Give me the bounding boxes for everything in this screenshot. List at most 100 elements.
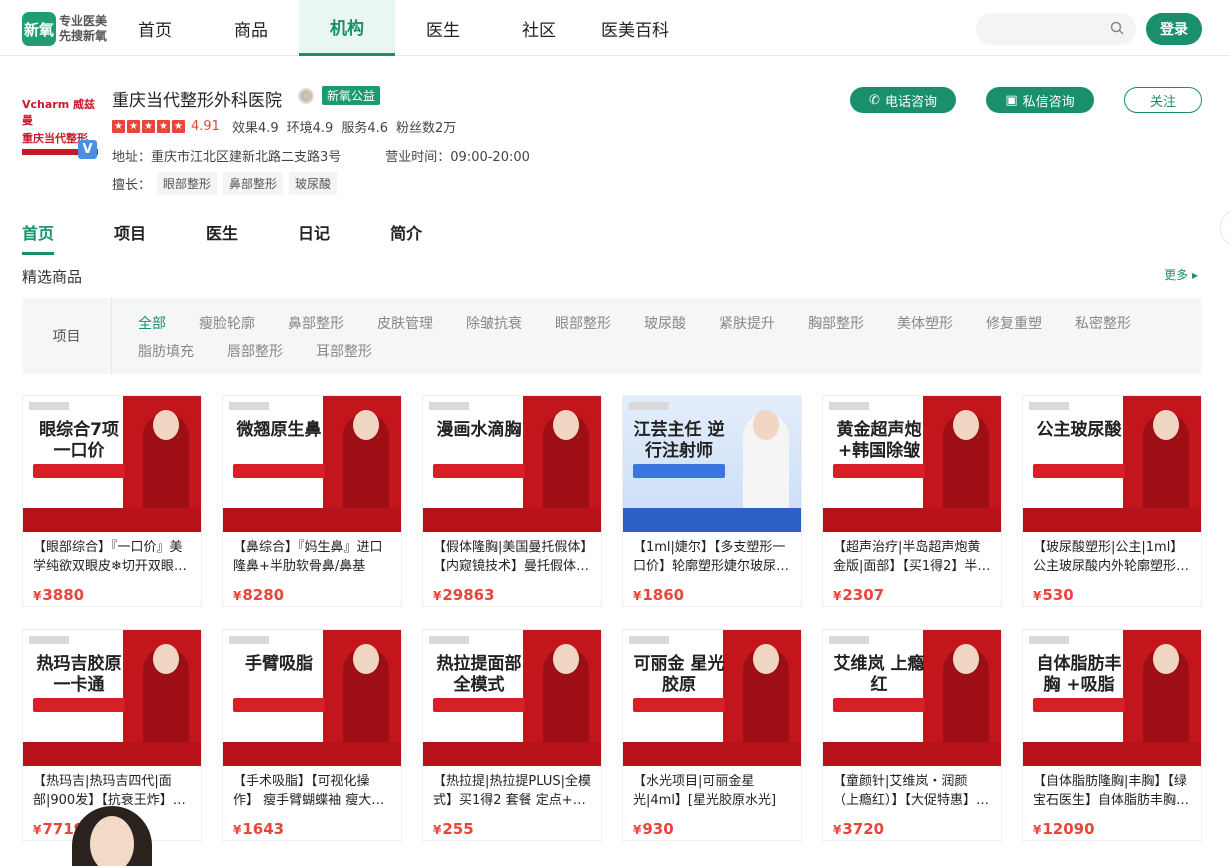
price-value: 29863	[442, 586, 495, 604]
currency-symbol: ¥	[33, 823, 42, 837]
product-price: ¥3880	[23, 578, 201, 604]
product-title[interactable]: 【假体隆胸|美国曼托假体】【内窥镜技术】曼托假体…	[423, 532, 601, 578]
product-image[interactable]: 眼综合7项 一口价	[23, 396, 201, 532]
product-price: ¥2307	[823, 578, 1001, 604]
tab-home[interactable]: 首页	[22, 220, 55, 255]
product-card[interactable]: 自体脂肪丰胸 +吸脂 【自体脂肪隆胸|丰胸】【绿宝石医生】自体脂肪丰胸… ¥1209…	[1022, 629, 1202, 841]
product-card[interactable]: 公主玻尿酸 【玻尿酸塑形|公主|1ml】公主玻尿酸内外轮廓塑形… ¥530	[1022, 395, 1202, 607]
filter-item[interactable]: 全部	[138, 314, 166, 342]
product-title[interactable]: 【热拉提|热拉提PLUS|全模式】买1得2 套餐 定点+…	[423, 766, 601, 812]
product-card[interactable]: 江芸主任 逆行注射师 【1ml|婕尔】【多支塑形一口价】轮廓塑形婕尔玻尿… ¥186…	[622, 395, 802, 607]
product-image[interactable]: 漫画水滴胸	[423, 396, 601, 532]
phone-consult-button[interactable]: ✆ 电话咨询	[850, 87, 956, 113]
nav-encyclopedia[interactable]: 医美百科	[587, 0, 683, 56]
address-row: 地址：重庆市江北区建新北路二支路3号 营业时间：09:00-20:00	[112, 146, 530, 165]
more-link[interactable]: 更多 ▸	[1164, 266, 1198, 283]
product-image[interactable]: 手臂吸脂	[223, 630, 401, 766]
nav-community[interactable]: 社区	[491, 0, 587, 56]
product-title[interactable]: 【水光项目|可丽金星光|4ml】[星光胶原水光] …	[623, 766, 801, 812]
slogan-line-2: 先搜新氧	[59, 29, 108, 43]
product-price: ¥1860	[623, 578, 801, 604]
specialty-tag[interactable]: 鼻部整形	[223, 172, 284, 195]
product-price: ¥29863	[423, 578, 601, 604]
filter-item[interactable]: 唇部整形	[227, 342, 283, 370]
product-card[interactable]: 漫画水滴胸 【假体隆胸|美国曼托假体】【内窥镜技术】曼托假体… ¥29863	[422, 395, 602, 607]
filter-item[interactable]: 瘦脸轮廓	[199, 314, 255, 342]
filter-item[interactable]: 皮肤管理	[377, 314, 433, 342]
filter-item[interactable]: 修复重塑	[986, 314, 1042, 342]
product-card[interactable]: 可丽金 星光胶原【水光项目|可丽金星光|4ml】[星光胶原水光] …¥930	[622, 629, 802, 841]
hospital-logo: Vcharm 威兹曼 重庆当代整形	[22, 96, 98, 155]
product-image[interactable]: 江芸主任 逆行注射师	[623, 396, 801, 532]
filter-item[interactable]: 耳部整形	[316, 342, 372, 370]
product-card[interactable]: 微翘原生鼻【鼻综合】『妈生鼻』进口隆鼻+半肋软骨鼻/鼻基底…¥8280	[222, 395, 402, 607]
product-image-headline: 漫画水滴胸	[436, 420, 522, 440]
nav-institutions[interactable]: 机构	[299, 0, 395, 56]
filter-item[interactable]: 眼部整形	[555, 314, 611, 342]
star-icon: ★	[157, 120, 170, 133]
currency-symbol: ¥	[1033, 823, 1042, 837]
product-card[interactable]: 艾维岚 上瘾红 【童颜针|艾维岚・润颜（上瘾红）】【大促特惠】… ¥3720	[822, 629, 1002, 841]
tab-doctors[interactable]: 医生	[206, 220, 238, 250]
filter-item[interactable]: 紧肤提升	[719, 314, 775, 342]
side-float-button[interactable]	[1220, 208, 1230, 248]
message-consult-button[interactable]: ▣ 私信咨询	[986, 87, 1094, 113]
product-image[interactable]: 黄金超声炮 +韩国除皱	[823, 396, 1001, 532]
specialty-tag[interactable]: 玻尿酸	[289, 172, 338, 195]
filter-item[interactable]: 除皱抗衰	[466, 314, 522, 342]
product-title[interactable]: 【1ml|婕尔】【多支塑形一口价】轮廓塑形婕尔玻尿…	[623, 532, 801, 578]
nav-products[interactable]: 商品	[203, 0, 299, 56]
product-image-headline: 眼综合7项 一口价	[39, 420, 119, 461]
specialty-tag[interactable]: 眼部整形	[157, 172, 218, 195]
currency-symbol: ¥	[633, 823, 642, 837]
product-card[interactable]: 手臂吸脂 【手术吸脂】【可视化操作】 瘦手臂蝴蝶袖 瘦大… ¥1643	[222, 629, 402, 841]
product-image[interactable]: 微翘原生鼻	[223, 396, 401, 532]
filter-item[interactable]: 脂肪填充	[138, 342, 194, 370]
search-input[interactable]	[976, 13, 1136, 45]
currency-symbol: ¥	[433, 589, 442, 603]
product-title[interactable]: 【童颜针|艾维岚・润颜（上瘾红）】【大促特惠】…	[823, 766, 1001, 812]
product-image-headline: 手臂吸脂	[245, 654, 313, 674]
product-image[interactable]: 艾维岚 上瘾红	[823, 630, 1001, 766]
tab-diaries[interactable]: 日记	[298, 220, 330, 250]
nav-doctors[interactable]: 医生	[395, 0, 491, 56]
product-title[interactable]: 【眼部综合】『一口价』美学纯欲双眼皮❄切开双眼…	[23, 532, 201, 578]
filter-item[interactable]: 私密整形	[1075, 314, 1131, 342]
filter-item[interactable]: 美体塑形	[897, 314, 953, 342]
product-price: ¥930	[623, 812, 801, 838]
hospital-name: 重庆当代整形外科医院	[112, 91, 282, 111]
price-value: 12090	[1042, 820, 1095, 838]
filter-item[interactable]: 玻尿酸	[644, 314, 686, 342]
product-image[interactable]: 自体脂肪丰胸 +吸脂	[1023, 630, 1201, 766]
filter-item[interactable]: 胸部整形	[808, 314, 864, 342]
product-title[interactable]: 【自体脂肪隆胸|丰胸】【绿宝石医生】自体脂肪丰胸…	[1023, 766, 1201, 812]
hospital-tabs: 首页 项目 医生 日记 简介	[22, 220, 482, 255]
product-image[interactable]: 热拉提面部 全模式	[423, 630, 601, 766]
price-value: 930	[642, 820, 674, 838]
product-price: ¥12090	[1023, 812, 1201, 838]
product-image[interactable]: 热玛吉胶原 一卡通	[23, 630, 201, 766]
specialty-label: 擅长：	[112, 178, 152, 193]
product-image-headline: 热玛吉胶原 一卡通	[36, 654, 122, 695]
price-value: 1643	[242, 820, 285, 838]
login-button[interactable]: 登录	[1146, 13, 1202, 45]
nav-home[interactable]: 首页	[107, 0, 203, 56]
product-image[interactable]: 公主玻尿酸	[1023, 396, 1201, 532]
product-title[interactable]: 【玻尿酸塑形|公主|1ml】公主玻尿酸内外轮廓塑形…	[1023, 532, 1201, 578]
product-title[interactable]: 【手术吸脂】【可视化操作】 瘦手臂蝴蝶袖 瘦大…	[223, 766, 401, 812]
product-title[interactable]: 【鼻综合】『妈生鼻』进口隆鼻+半肋软骨鼻/鼻基底…	[223, 532, 401, 578]
search-icon[interactable]	[1110, 21, 1124, 35]
product-title[interactable]: 【超声治疗|半岛超声炮黄金版|面部】【买1得2】半…	[823, 532, 1001, 578]
follow-button[interactable]: 关注	[1124, 87, 1202, 113]
tab-projects[interactable]: 项目	[114, 220, 146, 250]
product-price: ¥530	[1023, 578, 1201, 604]
tab-intro[interactable]: 简介	[390, 220, 422, 250]
product-card[interactable]: 热拉提面部 全模式 【热拉提|热拉提PLUS|全模式】买1得2 套餐 定点+… ¥2…	[422, 629, 602, 841]
filter-item[interactable]: 鼻部整形	[288, 314, 344, 342]
currency-symbol: ¥	[33, 589, 42, 603]
product-image[interactable]: 可丽金 星光胶原	[623, 630, 801, 766]
product-card[interactable]: 黄金超声炮 +韩国除皱 【超声治疗|半岛超声炮黄金版|面部】【买1得2】半… ¥23…	[822, 395, 1002, 607]
metric-environment: 环境4.9	[286, 121, 334, 136]
product-card[interactable]: 眼综合7项 一口价【眼部综合】『一口价』美学纯欲双眼皮❄切开双眼… ¥3880	[22, 395, 202, 607]
soyoung-logo[interactable]: 新氧	[22, 12, 56, 46]
